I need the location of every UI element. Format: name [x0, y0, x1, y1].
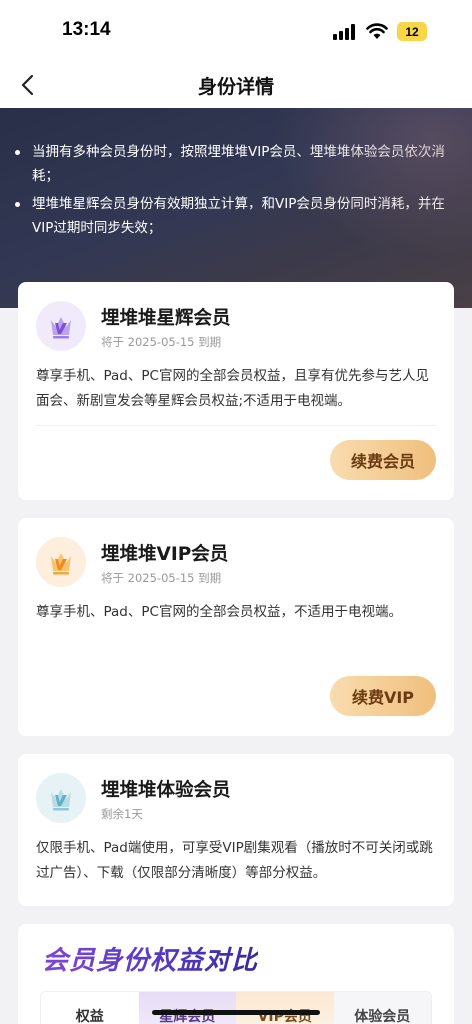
- membership-card-vip: 埋堆堆VIP会员 将于 2025-05-15 到期 尊享手机、Pad、PC官网的…: [18, 518, 454, 736]
- renew-member-button[interactable]: 续费会员: [330, 440, 436, 480]
- column-header-benefit: 权益: [41, 992, 139, 1024]
- divider: [36, 425, 436, 426]
- star-crown-icon: [36, 301, 86, 351]
- comparison-title: 会员身份权益对比: [42, 940, 258, 977]
- status-time: 13:14: [62, 19, 111, 40]
- note-item: 埋堆堆星辉会员身份有效期独立计算，和VIP会员身份同时消耗，并在VIP过期时同步…: [12, 192, 458, 240]
- comparison-section: 会员身份权益对比 权益 星辉会员 VIP会员 体验会员: [18, 924, 454, 1024]
- column-header-star: 星辉会员: [138, 992, 236, 1024]
- home-indicator[interactable]: [152, 1010, 320, 1015]
- comparison-table-header: 权益 星辉会员 VIP会员 体验会员: [40, 991, 432, 1024]
- column-header-vip: VIP会员: [236, 992, 334, 1024]
- notes-list: 当拥有多种会员身份时，按照埋堆堆VIP会员、埋堆堆体验会员依次消耗； 埋堆堆星辉…: [12, 140, 458, 244]
- nav-bar: 身份详情: [0, 62, 472, 108]
- wifi-icon: [366, 23, 388, 39]
- card-title: 埋堆堆体验会员: [101, 780, 231, 801]
- note-item: 当拥有多种会员身份时，按照埋堆堆VIP会员、埋堆堆体验会员依次消耗；: [12, 140, 458, 188]
- card-expiry: 将于 2025-05-15 到期: [101, 335, 222, 349]
- membership-card-star: 埋堆堆星辉会员 将于 2025-05-15 到期 尊享手机、Pad、PC官网的全…: [18, 282, 454, 500]
- battery-icon: 12: [397, 22, 427, 41]
- card-description: 尊享手机、Pad、PC官网的全部会员权益，不适用于电视端。: [36, 604, 402, 620]
- status-bar: 13:14 12: [0, 0, 472, 62]
- page-title: 身份详情: [197, 76, 274, 98]
- renew-vip-button[interactable]: 续费VIP: [330, 676, 436, 716]
- card-expiry: 将于 2025-05-15 到期: [101, 571, 222, 585]
- column-header-trial: 体验会员: [333, 992, 431, 1024]
- card-expiry: 剩余1天: [101, 807, 143, 821]
- membership-card-trial: 埋堆堆体验会员 剩余1天 仅限手机、Pad端使用，可享受VIP剧集观看（播放时不…: [18, 754, 454, 906]
- info-banner: 当拥有多种会员身份时，按照埋堆堆VIP会员、埋堆堆体验会员依次消耗； 埋堆堆星辉…: [0, 108, 472, 308]
- card-title: 埋堆堆VIP会员: [101, 544, 229, 565]
- card-description: 尊享手机、Pad、PC官网的全部会员权益，且享有优先参与艺人见面会、新剧宣发会等…: [36, 368, 429, 409]
- vip-crown-icon: [36, 537, 86, 587]
- card-title: 埋堆堆星辉会员: [101, 308, 231, 329]
- signal-icon: [333, 24, 355, 40]
- trial-crown-icon: [36, 773, 86, 823]
- card-description: 仅限手机、Pad端使用，可享受VIP剧集观看（播放时不可关闭或跳过广告）、下载（…: [36, 840, 433, 881]
